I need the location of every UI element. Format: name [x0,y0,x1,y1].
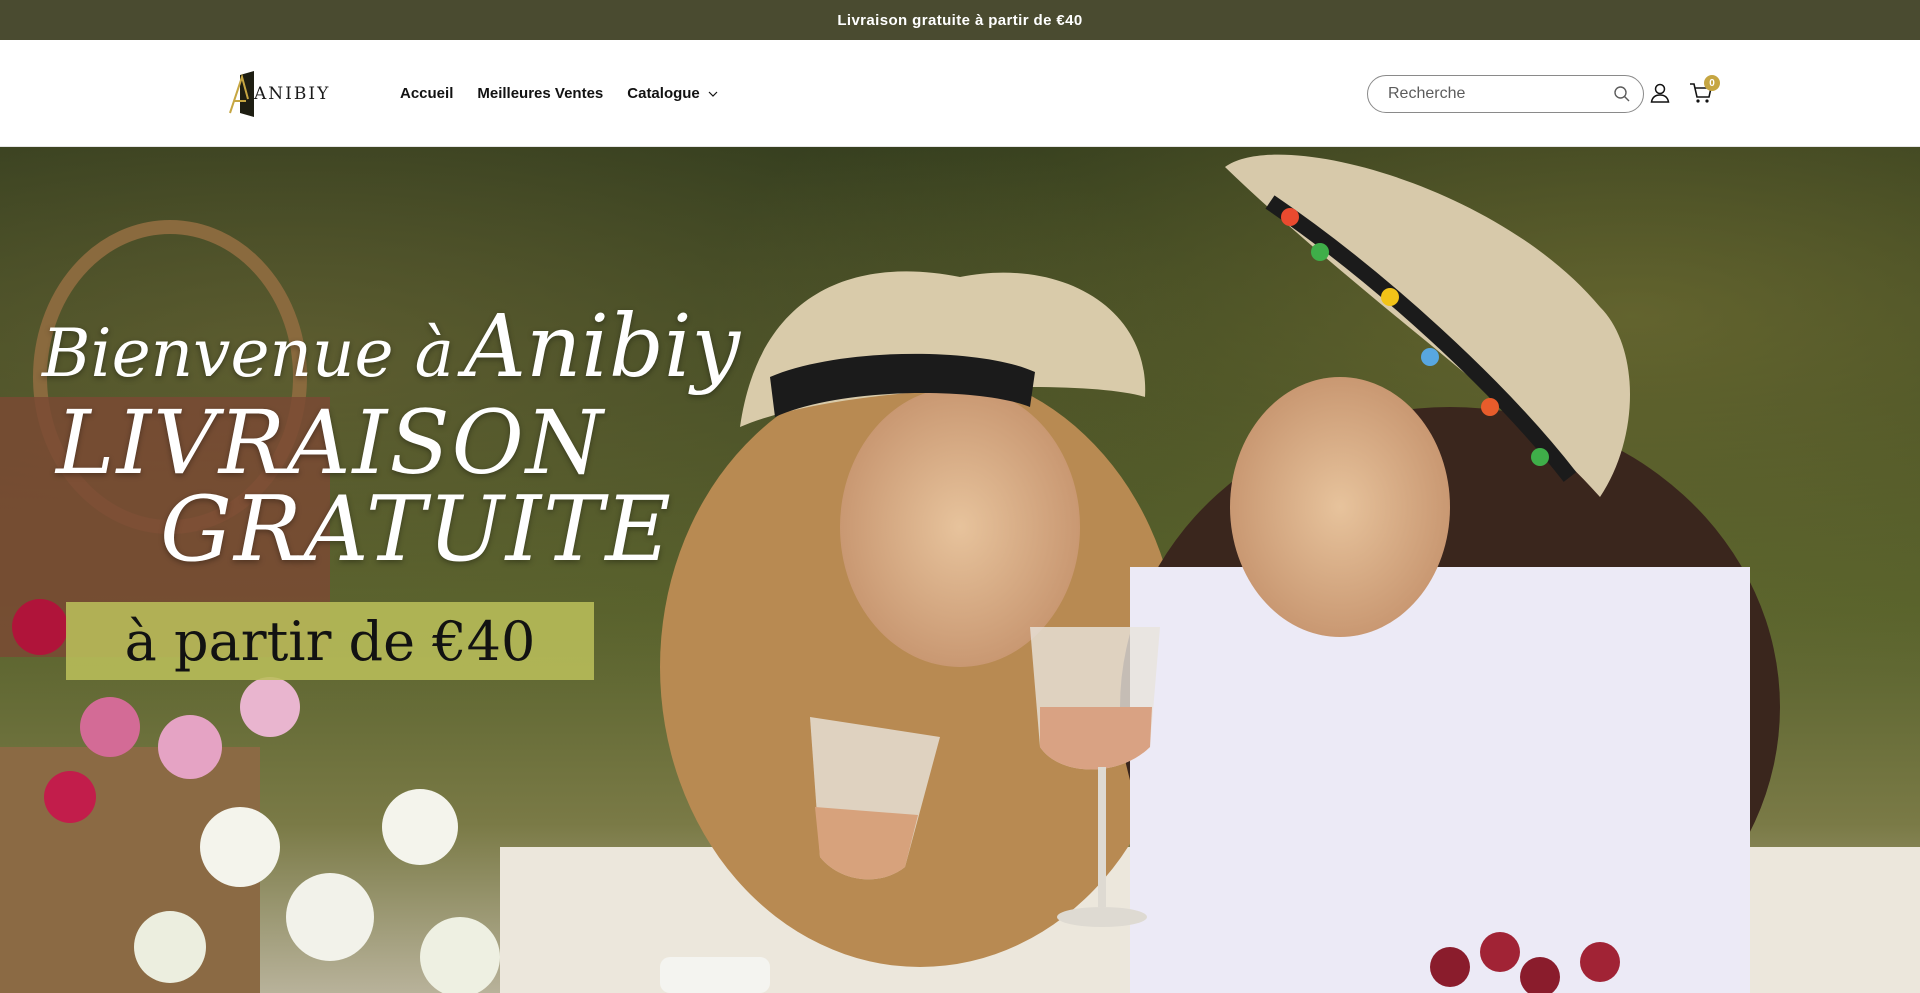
hero-price-box: à partir de €40 [66,602,594,680]
hero-welcome-text: Bienvenue à Anibiy [42,297,740,397]
hero-price-text: à partir de €40 [124,609,536,673]
announcement-text: Livraison gratuite à partir de €40 [837,11,1083,29]
nav-item-label: Meilleures Ventes [477,85,604,102]
logo[interactable]: ANIBIY [228,68,342,120]
hero-welcome: Bienvenue à [42,315,454,392]
hero-headline-2: GRATUITE [160,477,673,582]
cart-count-badge: 0 [1704,75,1720,91]
announcement-bar: Livraison gratuite à partir de €40 [0,0,1920,40]
hero-banner[interactable]: Bienvenue à Anibiy LIVRAISON GRATUITE à p… [0,147,1920,993]
site-header: ANIBIY Accueil Meilleures Ventes Catalog… [0,40,1920,147]
search-bar [1367,75,1644,113]
nav-item-catalogue[interactable]: Catalogue [627,85,718,102]
nav-item-meilleures-ventes[interactable]: Meilleures Ventes [477,85,603,102]
hero-brand: Anibiy [463,297,741,397]
chevron-down-icon [708,89,718,99]
search-input[interactable] [1388,85,1613,103]
nav-item-label: Catalogue [627,85,700,102]
logo-text: ANIBIY [254,84,331,104]
search-icon[interactable] [1613,85,1631,103]
user-icon[interactable] [1648,81,1672,105]
nav-item-label: Accueil [400,85,454,102]
main-nav: Accueil Meilleures Ventes Catalogue [400,40,718,147]
nav-item-accueil[interactable]: Accueil [400,85,453,102]
